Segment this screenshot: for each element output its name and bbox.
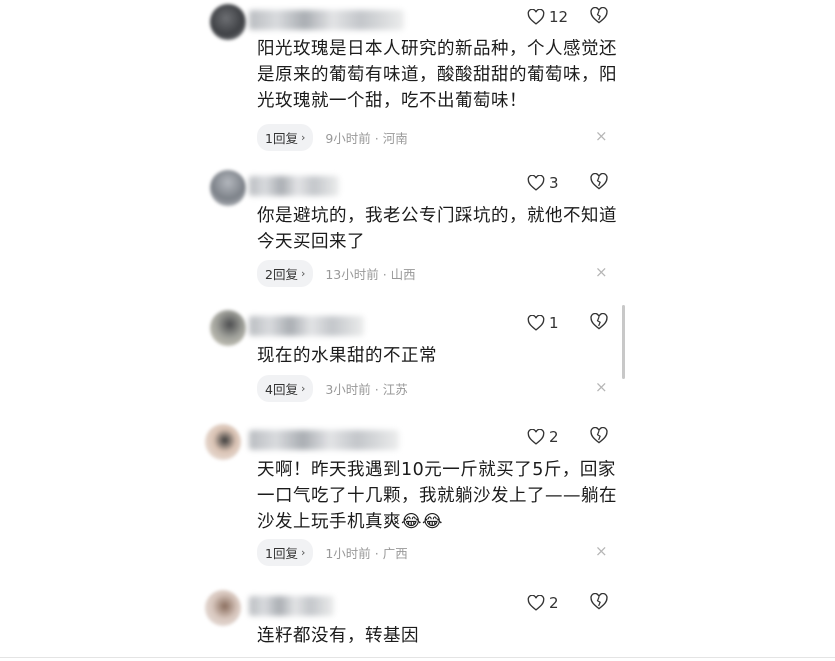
time-location: 13小时前 · 山西 [325, 267, 416, 282]
chevron-right-icon: › [300, 546, 306, 559]
like-count: 2 [549, 594, 559, 612]
heart-outline-icon [527, 175, 545, 191]
like-button[interactable]: 2 [527, 594, 559, 612]
close-icon[interactable]: × [595, 264, 608, 280]
like-count: 3 [549, 174, 559, 192]
heart-outline-icon [527, 9, 545, 25]
like-count: 12 [549, 8, 569, 26]
comment-meta: 1回复 › 1小时前 · 广西 [257, 539, 408, 566]
comment-item: 2 天啊！昨天我遇到10元一斤就买了5斤，回家一口气吃了十几颗，我就躺沙发上了—… [205, 424, 625, 574]
chevron-right-icon: › [300, 382, 306, 395]
comment-item: 2 连籽都没有，转基因 [205, 590, 625, 657]
username-blurred[interactable] [249, 596, 334, 616]
heart-outline-icon [527, 315, 545, 331]
reply-count-button[interactable]: 4回复 › [257, 375, 314, 402]
broken-heart-icon [590, 172, 608, 190]
close-icon[interactable]: × [595, 128, 608, 144]
comment-meta: 4回复 › 3小时前 · 江苏 [257, 375, 408, 402]
dislike-button[interactable] [590, 426, 608, 448]
like-count: 1 [549, 314, 559, 332]
dislike-button[interactable] [590, 6, 608, 28]
time-location: 9小时前 · 河南 [325, 131, 408, 146]
like-button[interactable]: 12 [527, 8, 568, 26]
comment-text: 你是避坑的，我老公专门踩坑的，就他不知道今天买回来了 [257, 206, 617, 252]
reply-count-label: 4回复 [265, 382, 298, 397]
broken-heart-icon [590, 6, 608, 24]
comment-text: 阳光玫瑰是日本人研究的新品种，个人感觉还是原来的葡萄有味道，酸酸甜甜的葡萄味，阳… [257, 39, 617, 111]
chevron-right-icon: › [300, 267, 306, 280]
avatar[interactable] [210, 170, 246, 206]
heart-outline-icon [527, 595, 545, 611]
username-blurred[interactable] [249, 10, 404, 30]
username-blurred[interactable] [249, 316, 364, 336]
username-blurred[interactable] [249, 430, 399, 450]
broken-heart-icon [590, 426, 608, 444]
reply-count-button[interactable]: 2回复 › [257, 260, 314, 287]
reply-count-label: 1回复 [265, 546, 298, 561]
dislike-button[interactable] [590, 312, 608, 334]
comment-text: 连籽都没有，转基因 [257, 626, 419, 646]
comment-item: 3 你是避坑的，我老公专门踩坑的，就他不知道今天买回来了 2回复 › 13小时前… [205, 170, 625, 300]
like-button[interactable]: 2 [527, 428, 559, 446]
chevron-right-icon: › [300, 131, 306, 144]
avatar[interactable] [210, 310, 246, 346]
like-count: 2 [549, 428, 559, 446]
like-button[interactable]: 1 [527, 314, 559, 332]
time-location: 1小时前 · 广西 [325, 546, 408, 561]
avatar[interactable] [205, 424, 241, 460]
reply-count-button[interactable]: 1回复 › [257, 539, 314, 566]
broken-heart-icon [590, 312, 608, 330]
comment-item: 1 现在的水果甜的不正常 4回复 › 3小时前 · 江苏 × [205, 310, 625, 410]
avatar[interactable] [210, 4, 246, 40]
dislike-button[interactable] [590, 592, 608, 614]
comment-item: 12 阳光玫瑰是日本人研究的新品种，个人感觉还是原来的葡萄有味道，酸酸甜甜的葡萄… [205, 4, 625, 154]
username-blurred[interactable] [249, 176, 339, 196]
comment-meta: 1回复 › 9小时前 · 河南 [257, 124, 408, 151]
time-location: 3小时前 · 江苏 [325, 382, 408, 397]
close-icon[interactable]: × [595, 543, 608, 559]
reply-count-label: 2回复 [265, 267, 298, 282]
comment-meta: 2回复 › 13小时前 · 山西 [257, 260, 416, 287]
comment-text: 现在的水果甜的不正常 [257, 346, 437, 366]
like-button[interactable]: 3 [527, 174, 559, 192]
avatar[interactable] [205, 590, 241, 626]
dislike-button[interactable] [590, 172, 608, 194]
broken-heart-icon [590, 592, 608, 610]
divider [0, 657, 835, 658]
reply-count-button[interactable]: 1回复 › [257, 124, 314, 151]
heart-outline-icon [527, 429, 545, 445]
comment-text: 天啊！昨天我遇到10元一斤就买了5斤，回家一口气吃了十几颗，我就躺沙发上了——躺… [257, 460, 617, 532]
comment-list: 12 阳光玫瑰是日本人研究的新品种，个人感觉还是原来的葡萄有味道，酸酸甜甜的葡萄… [0, 0, 835, 661]
close-icon[interactable]: × [595, 379, 608, 395]
reply-count-label: 1回复 [265, 131, 298, 146]
scrollbar-thumb[interactable] [622, 305, 625, 379]
